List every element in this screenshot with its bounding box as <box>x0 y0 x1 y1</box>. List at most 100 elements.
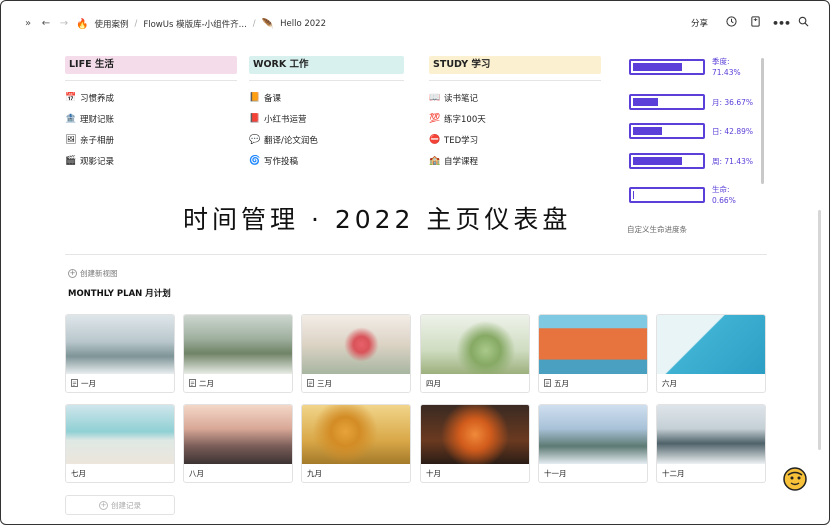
month-caption: 一月 <box>71 378 96 389</box>
month-caption: 八月 <box>189 468 204 479</box>
item-label: 翻译/论文润色 <box>264 135 318 146</box>
item-label: 读书笔记 <box>444 93 479 104</box>
progress-fill <box>633 127 662 135</box>
month-label: 六月 <box>662 379 677 388</box>
month-card[interactable]: 二月 <box>183 314 293 393</box>
life-item-album[interactable]: 🖼 亲子相册 <box>65 133 237 146</box>
bank-icon: 🏦 <box>65 113 77 124</box>
widget-scrollbar[interactable] <box>761 58 764 184</box>
book-orange-icon: 📙 <box>249 92 261 103</box>
life-item-habit[interactable]: 📅 习惯养成 <box>65 91 237 104</box>
study-item-calligraphy[interactable]: 💯 练字100天 <box>429 112 601 125</box>
nav-controls: » ← → <box>22 18 70 30</box>
month-caption: 十一月 <box>544 468 567 479</box>
month-card[interactable]: 九月 <box>301 404 411 483</box>
forward-arrow-icon[interactable]: → <box>58 18 70 30</box>
breadcrumb: 🔥 使用案例 / FlowUs 模版库-小组件齐... / 🪶 Hello 20… <box>76 18 326 31</box>
breadcrumb-item-current[interactable]: Hello 2022 <box>280 19 326 29</box>
item-label: 观影记录 <box>80 156 115 167</box>
progress-bar <box>629 153 705 169</box>
progress-life: 生命: 0.66% <box>629 184 759 208</box>
progress-label: 季度: <box>712 57 730 66</box>
document-icon <box>71 378 78 389</box>
month-card[interactable]: 十一月 <box>538 404 648 483</box>
progress-month: 月: 36.67% <box>629 91 759 115</box>
study-column: STUDY 学习 📖 读书笔记 💯 练字100天 ⛔ TED学习 🏫 自学课程 <box>429 56 601 167</box>
item-label: 理财记账 <box>80 114 115 125</box>
work-heading: WORK 工作 <box>249 56 404 74</box>
item-label: 亲子相册 <box>80 135 115 146</box>
mascot-icon[interactable] <box>782 466 808 492</box>
month-card[interactable]: 一月 <box>65 314 175 393</box>
month-caption: 九月 <box>307 468 322 479</box>
month-caption: 二月 <box>189 378 214 389</box>
breadcrumb-separator: / <box>134 19 138 29</box>
work-item-xiaohongshu[interactable]: 📕 小红书运营 <box>249 112 404 125</box>
item-label: 习惯养成 <box>80 93 115 104</box>
month-cover-image <box>184 405 292 464</box>
page-title: 时间管理 · 2022 主页仪表盘 <box>183 205 572 234</box>
study-heading: STUDY 学习 <box>429 56 601 74</box>
month-card[interactable]: 八月 <box>183 404 293 483</box>
page-scrollbar[interactable] <box>818 210 821 450</box>
document-icon <box>307 378 314 389</box>
progress-value: 0.66% <box>712 196 736 205</box>
progress-bar <box>629 59 705 75</box>
month-label: 二月 <box>199 379 214 388</box>
month-card[interactable]: 四月 <box>420 314 530 393</box>
month-cover-image <box>302 405 410 464</box>
month-card[interactable]: 七月 <box>65 404 175 483</box>
month-caption: 六月 <box>662 378 677 389</box>
bookmark-icon[interactable] <box>748 16 762 30</box>
study-item-ted[interactable]: ⛔ TED学习 <box>429 133 601 146</box>
month-caption: 四月 <box>426 378 441 389</box>
study-item-reading[interactable]: 📖 读书笔记 <box>429 91 601 104</box>
work-item-lesson[interactable]: 📙 备课 <box>249 91 404 104</box>
month-cover-image <box>539 405 647 464</box>
progress-value: 71.43% <box>712 68 741 77</box>
month-card[interactable]: 十二月 <box>656 404 766 483</box>
item-label: TED学习 <box>444 135 479 146</box>
month-card[interactable]: 三月 <box>301 314 411 393</box>
work-column: WORK 工作 📙 备课 📕 小红书运营 💬 翻译/论文润色 🌀 写作投稿 <box>249 56 404 167</box>
share-button[interactable]: 分享 <box>684 15 714 31</box>
month-card[interactable]: 十月 <box>420 404 530 483</box>
progress-fill <box>633 191 634 199</box>
create-record-button[interactable]: + 创建记录 <box>65 495 175 515</box>
breadcrumb-item-template[interactable]: FlowUs 模版库-小组件齐... <box>143 18 246 30</box>
clapper-icon: 🎬 <box>65 155 77 166</box>
progress-bar <box>629 187 705 203</box>
life-item-movies[interactable]: 🎬 观影记录 <box>65 154 237 167</box>
more-icon[interactable]: ••• <box>772 17 791 30</box>
work-item-writing[interactable]: 🌀 写作投稿 <box>249 154 404 167</box>
toolbar: 分享 ••• <box>684 15 810 31</box>
life-item-finance[interactable]: 🏦 理财记账 <box>65 112 237 125</box>
progress-week: 周: 71.43% <box>629 150 759 174</box>
plus-icon: + <box>68 269 77 278</box>
speech-bubble-icon: 💬 <box>249 134 261 145</box>
month-card[interactable]: 六月 <box>656 314 766 393</box>
month-card[interactable]: 五月 <box>538 314 648 393</box>
clock-icon[interactable] <box>724 16 738 30</box>
month-cover-image <box>302 315 410 374</box>
back-arrow-icon[interactable]: ← <box>40 18 52 30</box>
create-view-button[interactable]: + 创建新视图 <box>68 268 118 279</box>
collapse-sidebar-icon[interactable]: » <box>22 18 34 30</box>
book-red-icon: 📕 <box>249 113 261 124</box>
search-icon[interactable] <box>796 16 810 30</box>
month-cover-image <box>657 405 765 464</box>
work-item-translation[interactable]: 💬 翻译/论文润色 <box>249 133 404 146</box>
progress-fill <box>633 63 682 71</box>
feather-icon: 🪶 <box>261 18 275 30</box>
progress-label: 生命: <box>712 185 730 194</box>
study-item-courses[interactable]: 🏫 自学课程 <box>429 154 601 167</box>
progress-bar <box>629 94 705 110</box>
breadcrumb-item-cases[interactable]: 使用案例 <box>94 18 128 30</box>
document-icon <box>189 378 196 389</box>
month-cover-image <box>421 315 529 374</box>
no-entry-icon: ⛔ <box>429 134 441 145</box>
divider <box>65 254 767 255</box>
document-icon <box>544 378 551 389</box>
month-label: 十一月 <box>544 469 567 478</box>
month-cover-image <box>66 405 174 464</box>
